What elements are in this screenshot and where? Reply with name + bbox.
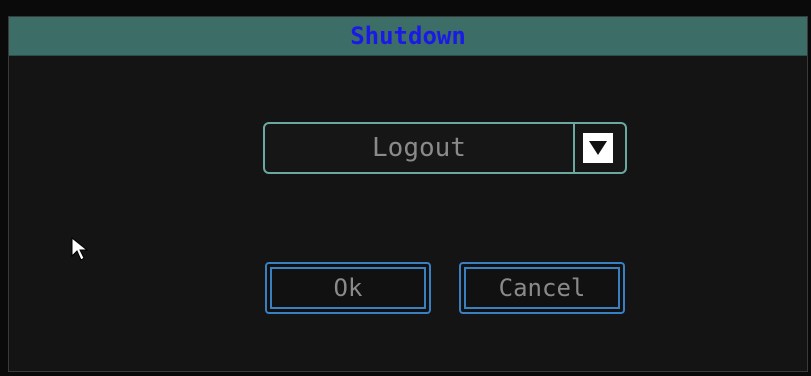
shutdown-mode-value: Logout <box>372 133 466 163</box>
shutdown-mode-select[interactable]: Logout <box>263 122 627 174</box>
dropdown-arrow-button[interactable] <box>583 133 613 163</box>
dialog-title: Shutdown <box>350 22 466 50</box>
dialog-titlebar: Shutdown <box>9 17 807 56</box>
shutdown-dialog: Shutdown Logout Ok Cancel <box>8 16 808 372</box>
cancel-button-label: Cancel <box>464 267 620 309</box>
triangle-down-icon <box>589 141 607 155</box>
ok-button[interactable]: Ok <box>265 262 431 314</box>
mouse-pointer-icon <box>70 236 90 267</box>
screen: Shutdown Logout Ok Cancel <box>0 0 811 376</box>
select-divider <box>573 124 575 172</box>
cancel-button[interactable]: Cancel <box>459 262 625 314</box>
ok-button-label: Ok <box>270 267 426 309</box>
